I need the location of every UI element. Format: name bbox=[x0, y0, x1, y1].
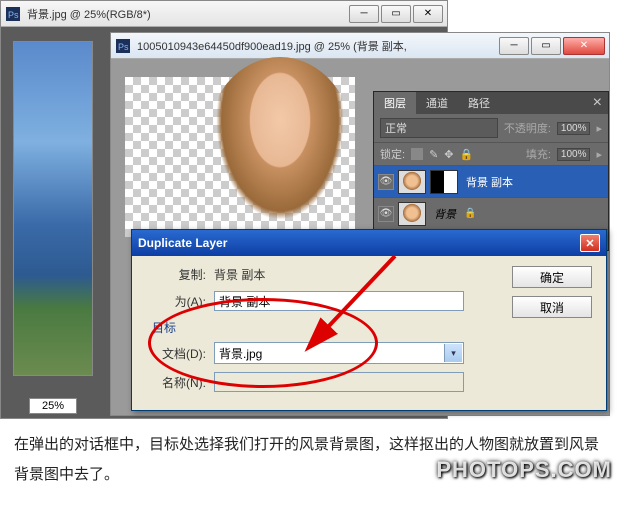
bgwin-buttons: ─ ▭ ✕ bbox=[347, 5, 443, 23]
name-row: 名称(N): bbox=[146, 372, 592, 392]
fill-arrow-icon[interactable]: ▸ bbox=[596, 148, 602, 161]
bgwin-title: 背景.jpg @ 25%(RGB/8*) bbox=[27, 6, 347, 22]
dialog-body: 确定 取消 复制: 背景 副本 为(A): 目标 文档(D): 背景.jpg ▾… bbox=[132, 256, 606, 410]
layer-row[interactable]: 👁 背景 副本 bbox=[374, 166, 608, 198]
name-label: 名称(N): bbox=[146, 374, 206, 391]
bgwin-titlebar: Ps 背景.jpg @ 25%(RGB/8*) ─ ▭ ✕ bbox=[1, 1, 447, 27]
visibility-toggle-icon[interactable]: 👁 bbox=[378, 174, 394, 190]
fill-value[interactable]: 100% bbox=[557, 148, 591, 161]
document-select-value: 背景.jpg bbox=[219, 345, 262, 362]
dialog-title: Duplicate Layer bbox=[138, 236, 227, 250]
layer-name[interactable]: 背景 副本 bbox=[462, 174, 513, 190]
opacity-value[interactable]: 100% bbox=[557, 122, 591, 135]
document-select[interactable]: 背景.jpg ▾ bbox=[214, 342, 464, 364]
document-label: 文档(D): bbox=[146, 345, 206, 362]
chevron-down-icon[interactable]: ▾ bbox=[444, 344, 462, 362]
opacity-arrow-icon[interactable]: ▸ bbox=[596, 122, 602, 135]
layer-name[interactable]: 背景 bbox=[430, 206, 456, 222]
lock-icon: 🔒 bbox=[464, 208, 476, 219]
fill-label: 填充: bbox=[526, 146, 551, 162]
minimize-button[interactable]: ─ bbox=[499, 37, 529, 55]
layer-row[interactable]: 👁 背景 🔒 bbox=[374, 198, 608, 230]
cancel-button[interactable]: 取消 bbox=[512, 296, 592, 318]
visibility-toggle-icon[interactable]: 👁 bbox=[378, 206, 394, 222]
fgwin-buttons: ─ ▭ ✕ bbox=[497, 37, 605, 55]
document-row: 文档(D): 背景.jpg ▾ bbox=[146, 342, 592, 364]
svg-text:Ps: Ps bbox=[118, 42, 129, 52]
lock-transparency-icon[interactable] bbox=[411, 148, 423, 160]
tab-layers[interactable]: 图层 bbox=[374, 92, 416, 114]
transparency-checker bbox=[125, 77, 355, 237]
as-label: 为(A): bbox=[146, 293, 206, 310]
lock-all-icon[interactable]: 🔒 bbox=[460, 148, 474, 161]
as-input[interactable] bbox=[214, 291, 464, 311]
caption-text: 在弹出的对话框中，目标处选择我们打开的风景背景图，这样抠出的人物图就放置到风景背… bbox=[14, 430, 610, 490]
name-input bbox=[214, 372, 464, 392]
bgwin-canvas-landscape bbox=[13, 41, 93, 376]
panel-tabs: 图层 通道 路径 × bbox=[374, 92, 608, 114]
minimize-button[interactable]: ─ bbox=[349, 5, 379, 23]
foreground-document-window: Ps 1005010943e64450df900ead19.jpg @ 25% … bbox=[110, 32, 610, 416]
opacity-label: 不透明度: bbox=[504, 120, 551, 136]
fgwin-titlebar: Ps 1005010943e64450df900ead19.jpg @ 25% … bbox=[111, 33, 609, 59]
svg-text:Ps: Ps bbox=[8, 10, 19, 20]
lock-move-icon[interactable]: ✥ bbox=[444, 148, 453, 161]
lock-brush-icon[interactable]: ✎ bbox=[429, 148, 438, 161]
maximize-button[interactable]: ▭ bbox=[381, 5, 411, 23]
duplicate-label: 复制: bbox=[146, 266, 206, 283]
portrait-cutout bbox=[205, 57, 355, 237]
zoom-indicator[interactable]: 25% bbox=[29, 398, 77, 414]
tab-paths[interactable]: 路径 bbox=[458, 92, 500, 114]
layer-thumbnail[interactable] bbox=[398, 202, 426, 226]
blend-opacity-row: 正常 不透明度: 100% ▸ bbox=[374, 114, 608, 143]
duplicate-value: 背景 副本 bbox=[214, 266, 265, 283]
lock-label: 锁定: bbox=[380, 146, 405, 162]
duplicate-layer-dialog: Duplicate Layer ✕ 确定 取消 复制: 背景 副本 为(A): … bbox=[131, 229, 607, 411]
close-button[interactable]: ✕ bbox=[563, 37, 605, 55]
layers-panel: 图层 通道 路径 × 正常 不透明度: 100% ▸ 锁定: ✎ ✥ 🔒 填充:… bbox=[373, 91, 609, 251]
tab-channels[interactable]: 通道 bbox=[416, 92, 458, 114]
layer-thumbnail[interactable] bbox=[398, 170, 426, 194]
fgwin-canvas bbox=[125, 77, 355, 237]
layer-mask-thumbnail[interactable] bbox=[430, 170, 458, 194]
destination-section-label: 目标 bbox=[152, 319, 592, 336]
blend-mode-select[interactable]: 正常 bbox=[380, 118, 498, 138]
dialog-close-button[interactable]: ✕ bbox=[580, 234, 600, 252]
ps-icon: Ps bbox=[115, 38, 131, 54]
close-button[interactable]: ✕ bbox=[413, 5, 443, 23]
dialog-titlebar[interactable]: Duplicate Layer ✕ bbox=[132, 230, 606, 256]
lock-fill-row: 锁定: ✎ ✥ 🔒 填充: 100% ▸ bbox=[374, 143, 608, 166]
fgwin-title: 1005010943e64450df900ead19.jpg @ 25% (背景… bbox=[137, 38, 497, 54]
layers-list: 👁 背景 副本 👁 背景 🔒 bbox=[374, 166, 608, 230]
panel-menu-icon[interactable]: × bbox=[587, 92, 608, 114]
ok-button[interactable]: 确定 bbox=[512, 266, 592, 288]
maximize-button[interactable]: ▭ bbox=[531, 37, 561, 55]
ps-icon: Ps bbox=[5, 6, 21, 22]
